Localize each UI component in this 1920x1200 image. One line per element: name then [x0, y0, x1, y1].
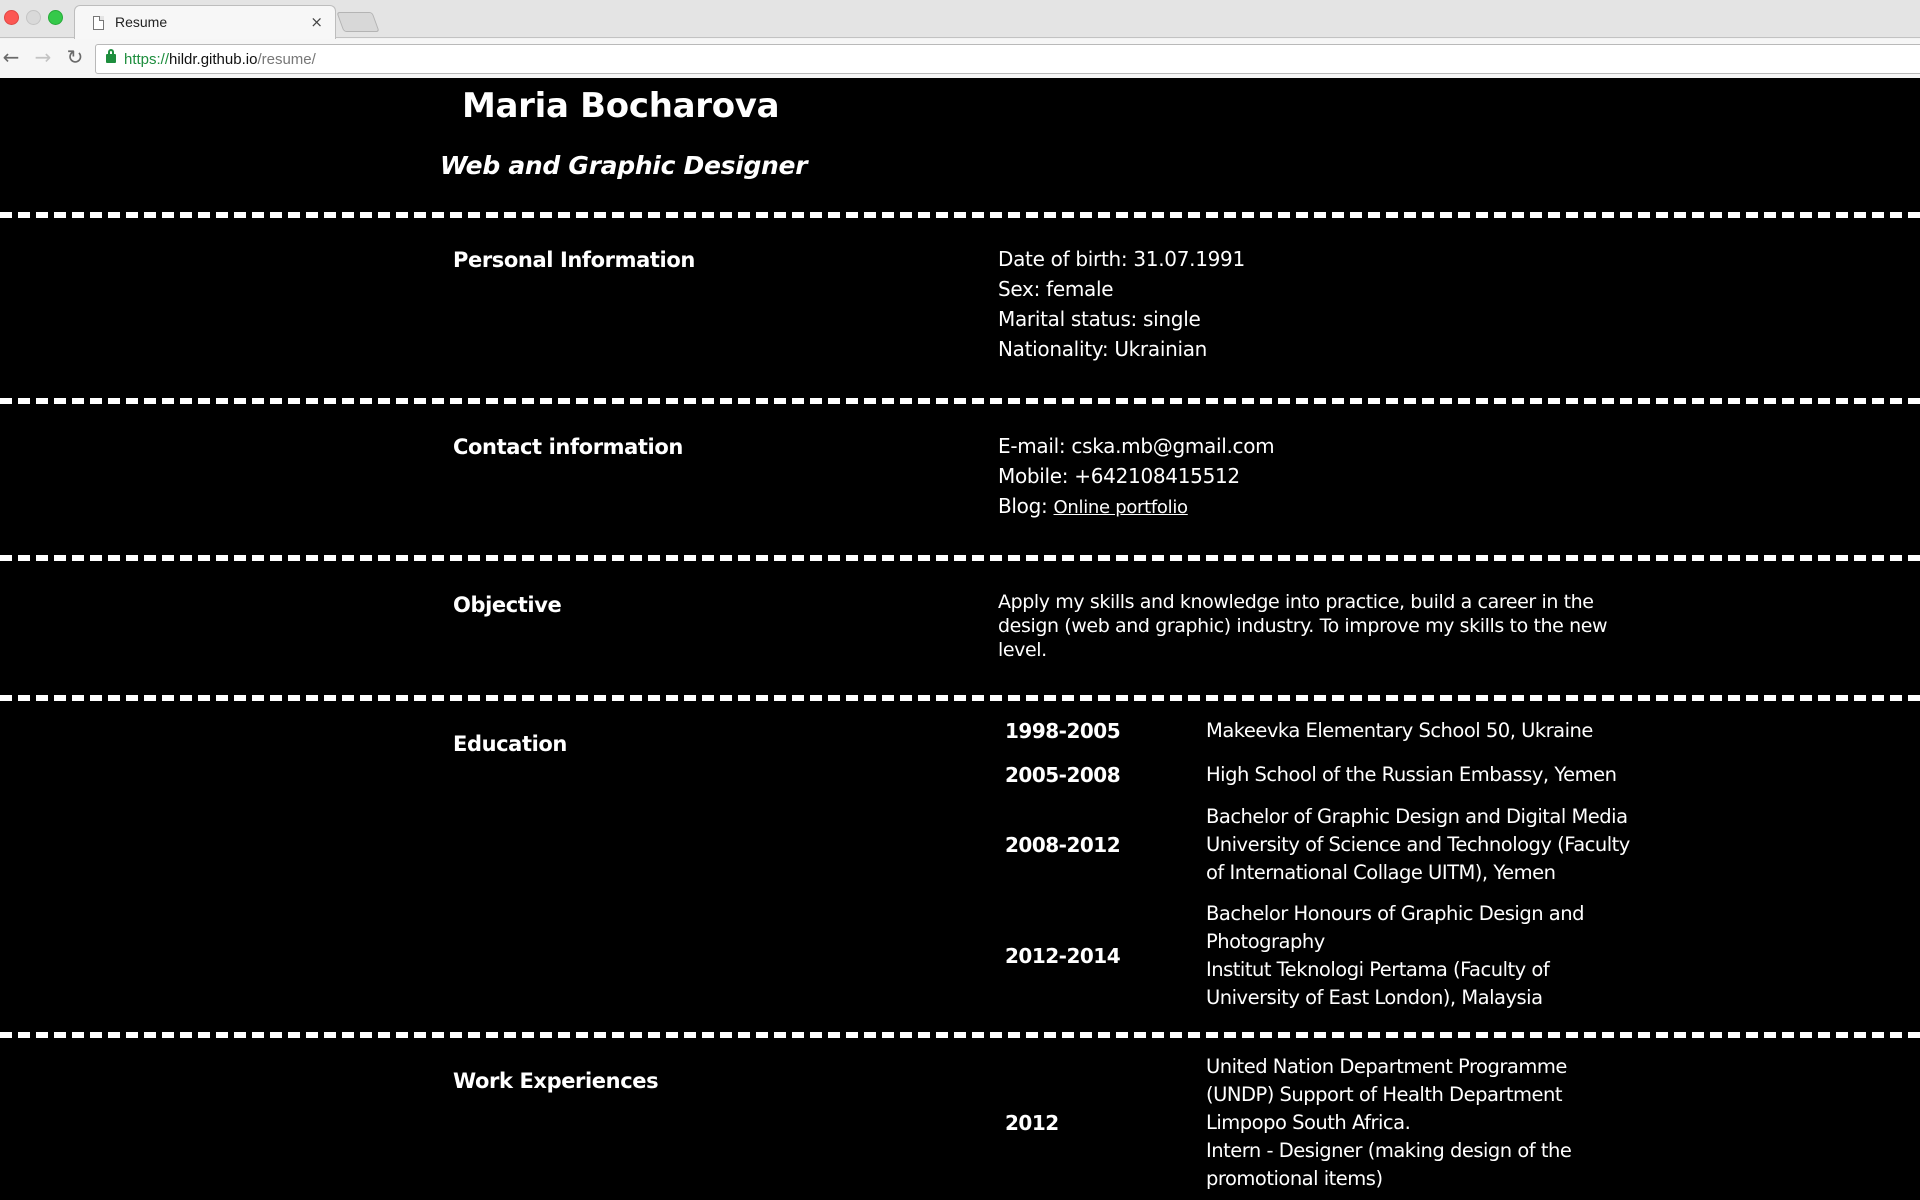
browser-toolbar: ← → ↻ https://hildr.github.io/resume/ [0, 39, 1920, 78]
url-path: /resume/ [257, 51, 316, 68]
work-line: Limpopo South Africa. [1206, 1111, 1411, 1134]
url-scheme: https:// [124, 51, 170, 68]
education-line: Institut Teknologi Pertama (Faculty of [1206, 958, 1550, 981]
marital-status: Marital status: single [998, 307, 1201, 331]
section-divider [0, 398, 1920, 404]
section-divider [0, 212, 1920, 218]
education-line: University of Science and Technology (Fa… [1206, 833, 1630, 856]
back-arrow-icon[interactable]: ← [0, 45, 24, 71]
personal-info-list: Date of birth: 31.07.1991 Sex: female Ma… [998, 244, 1245, 364]
work-line: Intern - Designer (making design of the [1206, 1139, 1572, 1162]
page-icon [93, 16, 104, 30]
education-heading: Education [453, 732, 567, 756]
education-desc: High School of the Russian Embassy, Yeme… [1206, 761, 1666, 789]
sex: Sex: female [998, 277, 1114, 301]
education-line: of International Collage UITM), Yemen [1206, 861, 1556, 884]
education-desc: Bachelor Honours of Graphic Design and P… [1206, 900, 1666, 1012]
work-line: (UNDP) Support of Health Department [1206, 1083, 1563, 1106]
section-divider [0, 695, 1920, 701]
online-portfolio-link[interactable]: Online portfolio [1054, 497, 1189, 518]
blog: Blog: Online portfolio [998, 491, 1274, 523]
browser-chrome: Resume × ← → ↻ https://hildr.github.io/r… [0, 0, 1920, 78]
education-row: 2012-2014 Bachelor Honours of Graphic De… [1005, 900, 1705, 1012]
tab-strip: Resume × [0, 0, 1920, 39]
work-desc: United Nation Department Programme (UNDP… [1206, 1053, 1666, 1193]
mobile: Mobile: +642108415512 [998, 464, 1240, 488]
close-window-button[interactable] [4, 10, 19, 25]
education-line: Makeevka Elementary School 50, Ukraine [1206, 719, 1593, 742]
url-host: hildr.github.io [169, 51, 258, 68]
url-text[interactable]: https://hildr.github.io/resume/ [124, 51, 316, 68]
section-divider [0, 555, 1920, 561]
education-years: 1998-2005 [1005, 719, 1121, 743]
work-line: promotional items) [1206, 1167, 1383, 1190]
education-line: Photography [1206, 930, 1325, 953]
address-bar[interactable]: https://hildr.github.io/resume/ [95, 44, 1920, 74]
education-years: 2012-2014 [1005, 944, 1121, 968]
resume-page: Maria Bocharova Web and Graphic Designer… [0, 78, 1920, 1200]
education-years: 2008-2012 [1005, 833, 1121, 857]
minimize-window-button[interactable] [26, 10, 41, 25]
objective-heading: Objective [453, 593, 562, 617]
page-title: Maria Bocharova [462, 86, 780, 126]
contact-info-heading: Contact information [453, 435, 683, 459]
work-line: United Nation Department Programme [1206, 1055, 1567, 1078]
work-years: 2012 [1005, 1111, 1059, 1135]
education-line: University of East London), Malaysia [1206, 986, 1543, 1009]
education-row: 2005-2008 High School of the Russian Emb… [1005, 761, 1705, 789]
education-line: Bachelor Honours of Graphic Design and [1206, 902, 1584, 925]
date-of-birth: Date of birth: 31.07.1991 [998, 247, 1245, 271]
education-line: Bachelor of Graphic Design and Digital M… [1206, 805, 1628, 828]
job-title: Web and Graphic Designer [440, 151, 808, 180]
education-row: 2008-2012 Bachelor of Graphic Design and… [1005, 803, 1705, 887]
blog-label: Blog: [998, 494, 1054, 518]
reload-icon[interactable]: ↻ [62, 45, 88, 71]
nationality: Nationality: Ukrainian [998, 337, 1208, 361]
education-desc: Makeevka Elementary School 50, Ukraine [1206, 717, 1666, 745]
maximize-window-button[interactable] [48, 10, 63, 25]
email: E-mail: cska.mb@gmail.com [998, 434, 1275, 458]
contact-info-list: E-mail: cska.mb@gmail.com Mobile: +64210… [998, 431, 1275, 523]
tab-title: Resume [115, 14, 168, 30]
education-row: 1998-2005 Makeevka Elementary School 50,… [1005, 717, 1705, 745]
education-desc: Bachelor of Graphic Design and Digital M… [1206, 803, 1666, 887]
work-row: 2012 United Nation Department Programme … [1005, 1053, 1705, 1193]
tab-close-icon[interactable]: × [310, 12, 323, 32]
new-tab-button[interactable] [336, 12, 380, 32]
work-experience-heading: Work Experiences [453, 1069, 659, 1093]
lock-icon [106, 49, 116, 63]
education-years: 2005-2008 [1005, 763, 1121, 787]
forward-arrow-icon[interactable]: → [30, 45, 56, 71]
section-divider [0, 1032, 1920, 1038]
education-line: High School of the Russian Embassy, Yeme… [1206, 763, 1617, 786]
objective-text: Apply my skills and knowledge into pract… [998, 591, 1608, 661]
tab-resume[interactable]: Resume × [74, 5, 336, 39]
personal-info-heading: Personal Information [453, 248, 695, 272]
